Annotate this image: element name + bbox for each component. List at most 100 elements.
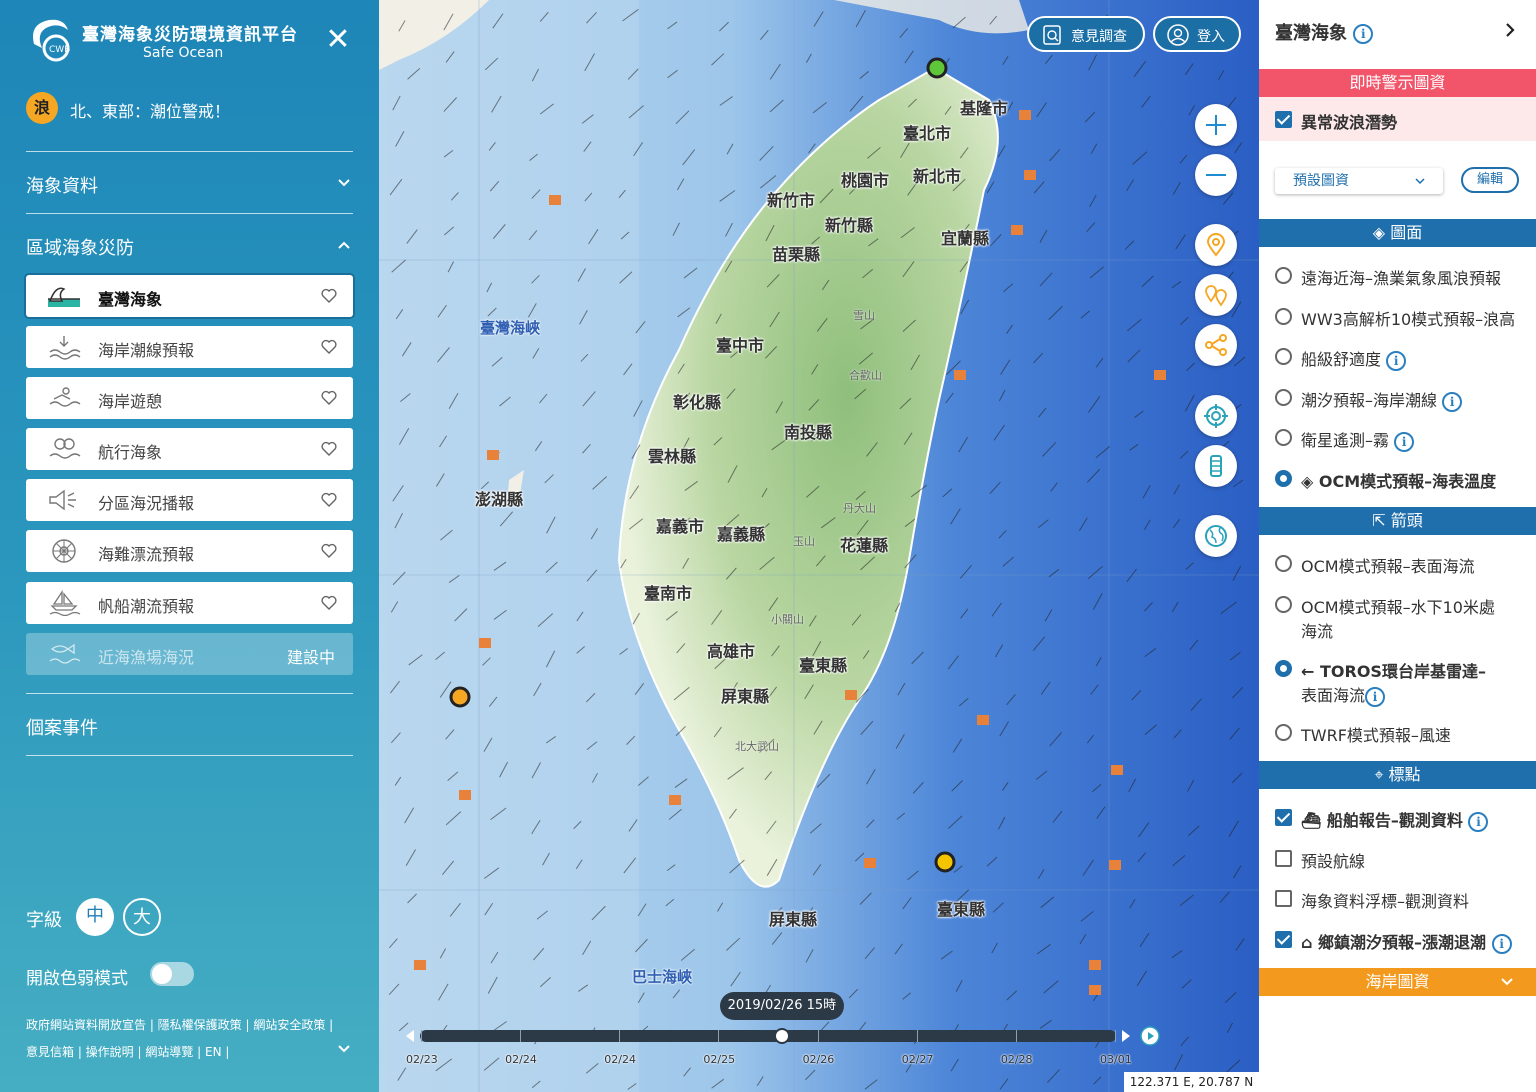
layer-radio-selected[interactable]: [1275, 470, 1292, 487]
login-button[interactable]: 登入: [1153, 16, 1241, 52]
coast-tide-icon: [49, 336, 81, 360]
city-label: 桃園市: [841, 171, 890, 190]
font-size-large-button[interactable]: 大: [123, 898, 161, 936]
layer-checkbox[interactable]: [1275, 850, 1292, 867]
layer-checkbox[interactable]: [1275, 890, 1292, 907]
color-blind-toggle[interactable]: [150, 962, 194, 986]
multi-point-button[interactable]: [1195, 274, 1237, 316]
zoom-out-button[interactable]: [1195, 154, 1237, 196]
heart-icon[interactable]: [321, 390, 337, 406]
survey-icon: [1043, 25, 1061, 45]
city-label: 基隆市: [960, 99, 1009, 118]
survey-button[interactable]: 意見調查: [1027, 16, 1145, 52]
layer-radio[interactable]: [1275, 555, 1292, 572]
cursor-coordinates: 122.371 E, 20.787 N: [1124, 1072, 1259, 1092]
layer-radio[interactable]: [1275, 267, 1292, 284]
info-icon[interactable]: i: [1386, 350, 1407, 371]
close-icon[interactable]: ✕: [324, 25, 352, 55]
mountain-label: 北大武山: [735, 740, 779, 753]
location-pin-icon: [1206, 233, 1226, 257]
city-label: 新竹市: [767, 191, 816, 210]
menu-taiwan-ocean[interactable]: 臺灣海象: [26, 275, 353, 317]
info-icon[interactable]: i: [1468, 811, 1489, 832]
route-icon: [1205, 334, 1227, 356]
layer-label: 遠海近海–漁業氣象風浪預報: [1301, 269, 1502, 288]
font-size-medium-button[interactable]: 中: [76, 898, 114, 936]
section-ocean-data[interactable]: 海象資料: [26, 172, 98, 198]
menu-coast-tide[interactable]: 海岸潮線預報: [26, 326, 353, 368]
info-icon[interactable]: i: [1365, 686, 1386, 707]
play-icon[interactable]: [1140, 1026, 1160, 1046]
coast-bar-label: 海岸圖資: [1365, 972, 1430, 991]
zoom-in-button[interactable]: [1195, 104, 1237, 146]
section-cases[interactable]: 個案事件: [26, 714, 98, 740]
menu-label: 臺灣海象: [98, 290, 163, 309]
chevron-right-icon[interactable]: [1504, 23, 1516, 37]
city-label: 花蓮縣: [840, 536, 889, 555]
menu-coast-recreation[interactable]: 海岸遊憩: [26, 377, 353, 419]
legend-button[interactable]: [1195, 445, 1237, 487]
map-canvas[interactable]: [379, 0, 1259, 1092]
timeline-date-label: 02/28: [1000, 1053, 1033, 1066]
heart-icon[interactable]: [321, 339, 337, 355]
color-blind-label: 開啟色弱模式: [26, 969, 128, 989]
preset-layers-select[interactable]: 預設圖資: [1275, 168, 1443, 194]
menu-drift-forecast[interactable]: 海難漂流預報: [26, 530, 353, 572]
heart-icon[interactable]: [321, 441, 337, 457]
layer-checkbox[interactable]: [1275, 931, 1292, 948]
map-view[interactable]: 基隆市 臺北市 桃園市 新北市 新竹市 新竹縣 宜蘭縣 苗栗縣 臺中市 彰化縣 …: [379, 0, 1259, 1092]
chevron-up-icon[interactable]: [338, 239, 350, 251]
layer-label-text: 船舶報告–觀測資料: [1326, 811, 1463, 830]
footer-links-1[interactable]: 政府網站資料開放宣告 | 隱私權保護政策 | 網站安全政策 |: [26, 1016, 333, 1033]
layer-checkbox[interactable]: [1275, 809, 1292, 826]
timeline-handle[interactable]: [773, 1028, 790, 1044]
coast-section-bar[interactable]: 海岸圖資: [1259, 968, 1536, 996]
info-icon[interactable]: i: [1353, 24, 1374, 44]
timeline-track[interactable]: [420, 1030, 1116, 1042]
user-icon: [1167, 24, 1189, 46]
single-point-button[interactable]: [1195, 224, 1237, 266]
layer-radio[interactable]: [1275, 308, 1292, 325]
menu-zone-broadcast[interactable]: 分區海況播報: [26, 479, 353, 521]
layer-radio[interactable]: [1275, 429, 1292, 446]
layer-label-text: 鄉鎮潮汐預報–漲潮退潮: [1318, 933, 1487, 952]
timeline-prev-icon[interactable]: [404, 1029, 416, 1043]
info-icon[interactable]: i: [1442, 391, 1463, 412]
layer-radio[interactable]: [1275, 348, 1292, 365]
menu-navigation[interactable]: 航行海象: [26, 428, 353, 470]
heart-icon[interactable]: [321, 595, 337, 611]
route-button[interactable]: [1195, 324, 1237, 366]
locate-button[interactable]: [1195, 395, 1237, 437]
timeline-next-icon[interactable]: [1120, 1029, 1132, 1043]
layer-radio[interactable]: [1275, 596, 1292, 613]
city-label: 苗栗縣: [772, 245, 821, 264]
heart-icon[interactable]: [321, 492, 337, 508]
basemap-button[interactable]: [1195, 515, 1237, 557]
layer-radio[interactable]: [1275, 389, 1292, 406]
chevron-down-icon[interactable]: [338, 177, 350, 189]
chevron-down-icon[interactable]: [1501, 977, 1513, 987]
layer-label-text: 潮汐預報–海岸潮線: [1301, 391, 1438, 410]
plus-icon: [1206, 115, 1226, 135]
alert-text: 北、東部：潮位警戒！: [70, 102, 231, 121]
footer-links-2[interactable]: 意見信箱 | 操作說明 | 網站導覽 | EN |: [26, 1043, 229, 1060]
layer-panel: 臺灣海象 i 即時警示圖資 異常波浪潛勢 預設圖資 編輯 ◈ 圖面 遠海近海–漁…: [1259, 0, 1536, 1092]
city-label: 臺中市: [716, 336, 765, 355]
wave-icon: [48, 287, 80, 307]
layer-radio[interactable]: [1275, 724, 1292, 741]
timeline-date-label: 02/24: [505, 1053, 537, 1066]
heart-icon[interactable]: [321, 543, 337, 559]
minus-icon: [1206, 174, 1226, 176]
layer-label: ⌂ 鄉鎮潮汐預報–漲潮退潮 i: [1301, 929, 1512, 954]
section-regional-disaster[interactable]: 區域海象災防: [26, 234, 134, 260]
heart-icon[interactable]: [321, 288, 337, 304]
layers-icon: ◈: [1301, 472, 1319, 491]
menu-sailboat-tide[interactable]: 帆船潮流預報: [26, 582, 353, 624]
abnormal-wave-checkbox[interactable]: [1275, 111, 1292, 128]
info-icon[interactable]: i: [1394, 431, 1415, 452]
edit-button[interactable]: 編輯: [1461, 167, 1519, 193]
chevron-down-icon[interactable]: [338, 1043, 350, 1055]
layer-radio-selected[interactable]: [1275, 660, 1292, 677]
info-icon[interactable]: i: [1491, 933, 1512, 954]
pin-icon: ⌖: [1374, 765, 1389, 784]
